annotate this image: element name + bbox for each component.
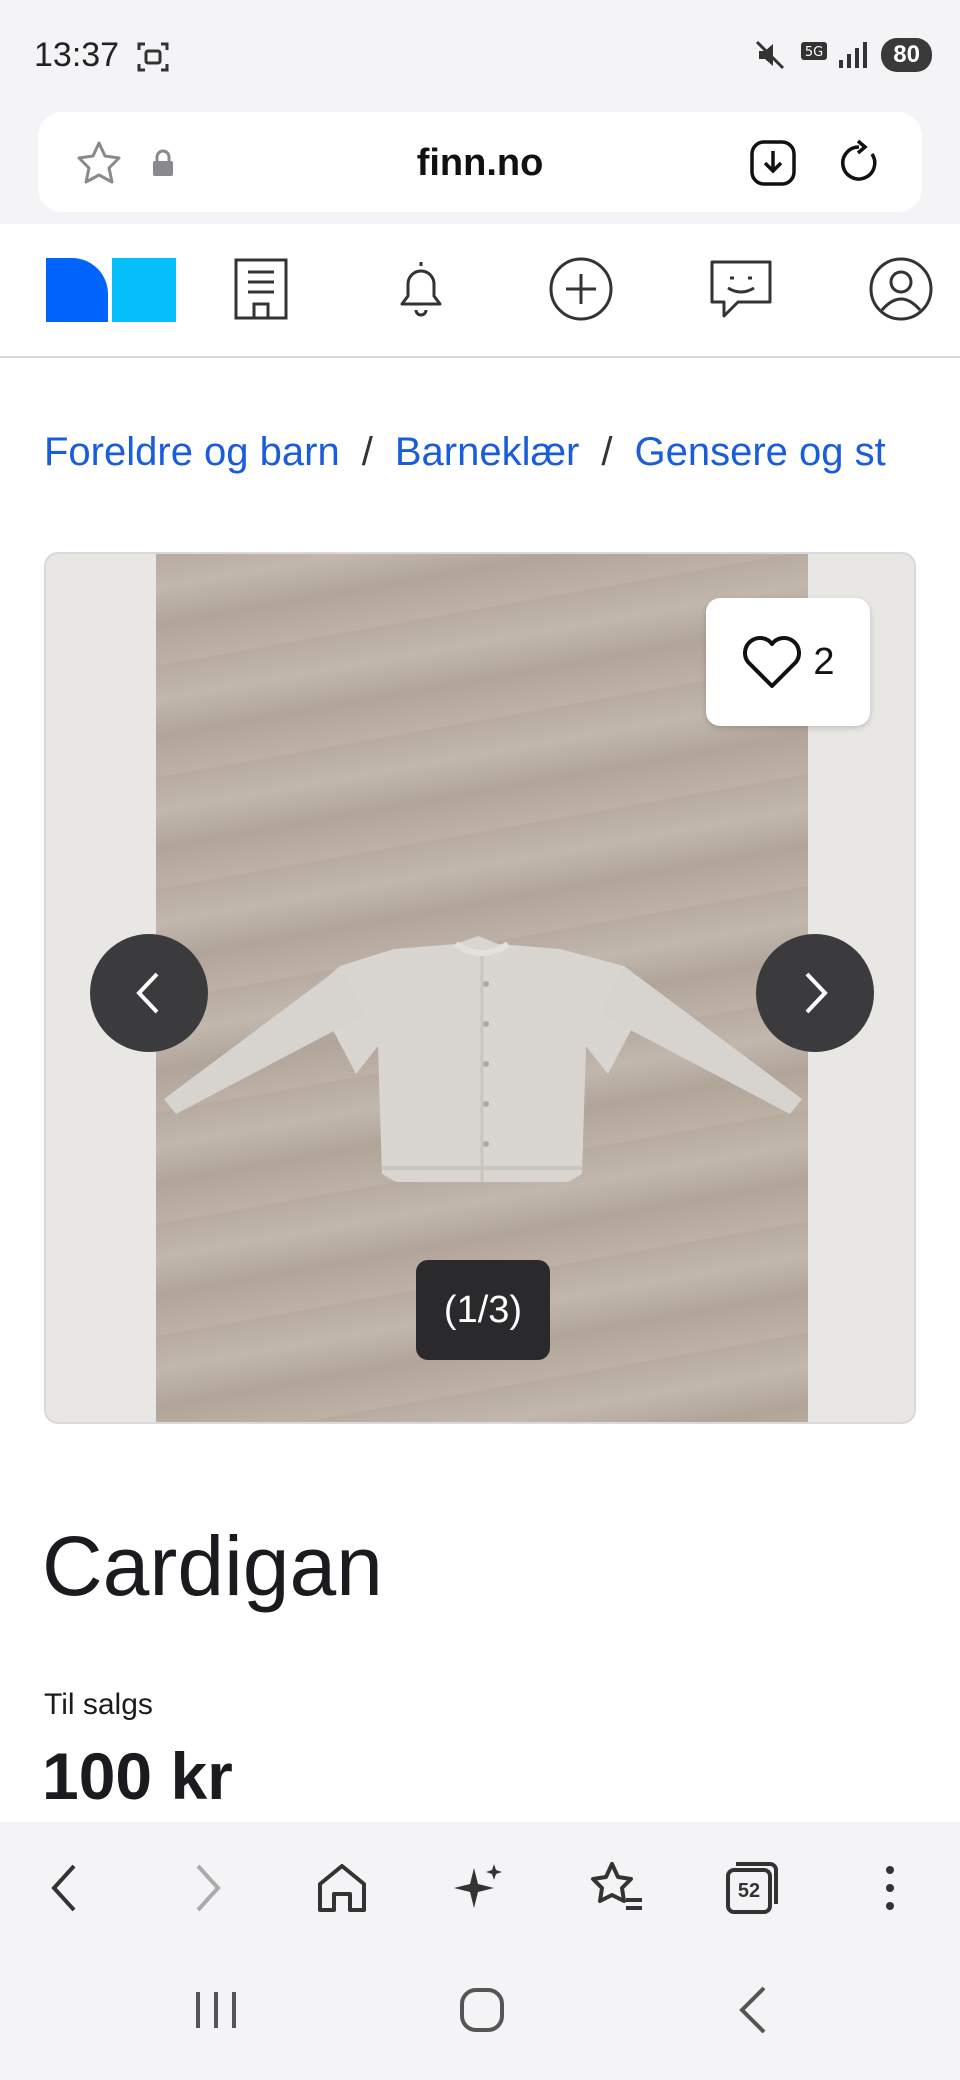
status-time: 13:37 bbox=[34, 36, 120, 74]
previous-image-button[interactable] bbox=[90, 934, 208, 1052]
system-navigation-bar bbox=[0, 1952, 960, 2080]
tabs-count: 52 bbox=[737, 1880, 761, 1902]
home-icon[interactable] bbox=[312, 1858, 372, 1918]
forward-icon[interactable] bbox=[176, 1858, 236, 1918]
messages-icon[interactable] bbox=[708, 256, 774, 322]
listing-title: Cardigan bbox=[42, 1519, 383, 1613]
mute-icon bbox=[756, 40, 785, 70]
download-icon[interactable] bbox=[748, 138, 798, 188]
screenshot-icon bbox=[137, 42, 169, 72]
battery-indicator: 80 bbox=[881, 38, 932, 72]
address-bar[interactable]: finn.no bbox=[38, 112, 922, 212]
breadcrumb-link-barneklaer[interactable]: Barneklær bbox=[395, 430, 580, 474]
chevron-left-icon bbox=[136, 972, 159, 1014]
home-button-icon[interactable] bbox=[452, 1980, 512, 2040]
heart-icon bbox=[743, 636, 802, 688]
image-gallery[interactable]: 2 (1/3) bbox=[44, 552, 916, 1424]
chevron-right-icon bbox=[805, 972, 828, 1014]
breadcrumb: Foreldre og barn / Barneklær / Gensere og st bbox=[44, 430, 918, 475]
reload-icon[interactable] bbox=[834, 138, 884, 188]
business-building-icon[interactable] bbox=[228, 256, 294, 322]
listing-price: 100 kr bbox=[42, 1739, 233, 1813]
svg-text:5G: 5G bbox=[805, 45, 823, 60]
bookmarks-icon[interactable] bbox=[586, 1858, 646, 1918]
site-header bbox=[0, 224, 960, 358]
image-counter: (1/3) bbox=[416, 1260, 550, 1360]
recent-apps-icon[interactable] bbox=[186, 1980, 246, 2040]
tabs-button[interactable]: 52 bbox=[722, 1858, 782, 1918]
more-menu-icon[interactable] bbox=[860, 1858, 920, 1918]
new-ad-plus-icon[interactable] bbox=[548, 256, 614, 322]
breadcrumb-link-gensere[interactable]: Gensere og st bbox=[635, 430, 886, 474]
breadcrumb-link-foreldre-og-barn[interactable]: Foreldre og barn bbox=[44, 430, 340, 474]
status-bar: 13:37 5G 80 bbox=[0, 0, 960, 112]
breadcrumb-separator: / bbox=[601, 430, 613, 474]
next-image-button[interactable] bbox=[756, 934, 874, 1052]
breadcrumb-separator: / bbox=[361, 430, 373, 474]
back-icon[interactable] bbox=[36, 1858, 96, 1918]
favorite-count: 2 bbox=[813, 640, 835, 683]
browser-toolbar: 52 bbox=[0, 1822, 960, 1952]
ai-sparkle-icon[interactable] bbox=[450, 1858, 510, 1918]
favorite-button[interactable]: 2 bbox=[706, 598, 870, 726]
listing-status-label: Til salgs bbox=[44, 1688, 153, 1721]
signal-5g-icon: 5G bbox=[801, 42, 868, 68]
profile-icon[interactable] bbox=[868, 256, 934, 322]
system-back-icon[interactable] bbox=[724, 1980, 784, 2040]
finn-logo[interactable] bbox=[46, 258, 176, 322]
notifications-bell-icon[interactable] bbox=[388, 256, 454, 322]
browser-address-area: finn.no bbox=[0, 112, 960, 224]
